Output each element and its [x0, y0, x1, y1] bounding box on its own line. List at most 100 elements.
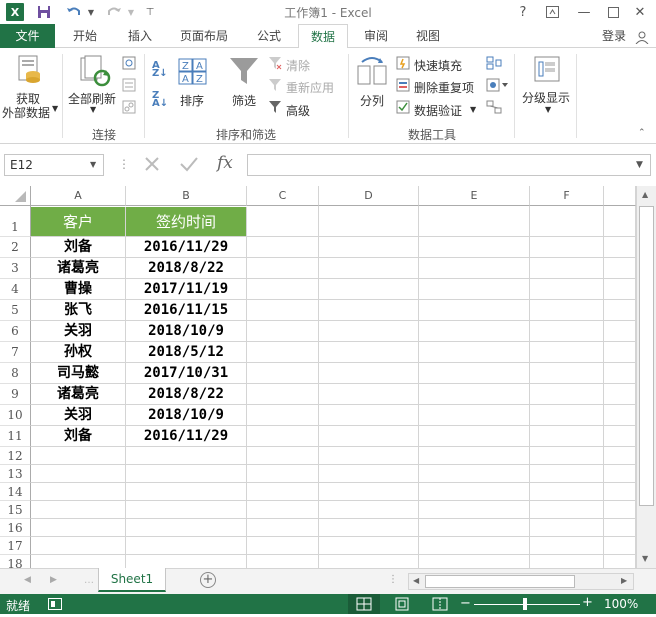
cell-e12[interactable] [419, 447, 530, 465]
collapse-ribbon-icon[interactable]: ⌃ [638, 128, 646, 138]
clear-filter-label[interactable]: 清除 [286, 57, 310, 74]
cell-e7[interactable] [419, 342, 530, 363]
outline-label[interactable]: 分级显示 [522, 89, 570, 106]
page-layout-view-icon[interactable] [394, 597, 410, 611]
flash-fill-icon[interactable] [396, 56, 410, 70]
vertical-scrollbar[interactable]: ▲ ▼ [636, 186, 656, 568]
cell-c5[interactable] [247, 300, 319, 321]
cell-f14[interactable] [530, 483, 604, 501]
cell-g10[interactable] [604, 405, 636, 426]
cell-e15[interactable] [419, 501, 530, 519]
row-header-4[interactable]: 4 [0, 279, 31, 300]
cell-d5[interactable] [319, 300, 419, 321]
horizontal-scrollbar[interactable]: ◀ ▶ [408, 573, 634, 590]
cell-b4[interactable]: 2017/11/19 [126, 279, 247, 300]
cell-d6[interactable] [319, 321, 419, 342]
cell-c9[interactable] [247, 384, 319, 405]
cell-e13[interactable] [419, 465, 530, 483]
cell-g11[interactable] [604, 426, 636, 447]
row-header-6[interactable]: 6 [0, 321, 31, 342]
cell-f13[interactable] [530, 465, 604, 483]
row-header-11[interactable]: 11 [0, 426, 31, 447]
sort-label[interactable]: 排序 [180, 92, 204, 109]
row-header-14[interactable]: 14 [0, 483, 31, 501]
advanced-filter-icon[interactable] [268, 100, 282, 114]
cell-e8[interactable] [419, 363, 530, 384]
tab-data[interactable]: 数据 [298, 24, 348, 49]
row-header-12[interactable]: 12 [0, 447, 31, 465]
filter-label[interactable]: 筛选 [232, 92, 256, 109]
cell-f7[interactable] [530, 342, 604, 363]
page-break-preview-icon[interactable] [432, 597, 448, 611]
cell-c16[interactable] [247, 519, 319, 537]
sheet-bar-options-icon[interactable]: ⋮ [388, 574, 398, 585]
connections-icon[interactable] [122, 56, 136, 70]
cell-g4[interactable] [604, 279, 636, 300]
sort-ascending-icon[interactable]: A Z↓ [152, 61, 172, 79]
cell-b13[interactable] [126, 465, 247, 483]
tab-page-layout[interactable]: 页面布局 [172, 24, 236, 48]
cell-c11[interactable] [247, 426, 319, 447]
cell-g12[interactable] [604, 447, 636, 465]
cell-c8[interactable] [247, 363, 319, 384]
tab-insert[interactable]: 插入 [118, 24, 162, 48]
cell-f5[interactable] [530, 300, 604, 321]
cell-g3[interactable] [604, 258, 636, 279]
cell-d13[interactable] [319, 465, 419, 483]
zoom-level[interactable]: 100% [604, 597, 638, 611]
cell-a16[interactable] [31, 519, 126, 537]
row-header-9[interactable]: 9 [0, 384, 31, 405]
cell-e5[interactable] [419, 300, 530, 321]
cell-e16[interactable] [419, 519, 530, 537]
cell-e10[interactable] [419, 405, 530, 426]
row-header-16[interactable]: 16 [0, 519, 31, 537]
cell-d2[interactable] [319, 237, 419, 258]
cell-f16[interactable] [530, 519, 604, 537]
zoom-slider-thumb[interactable] [523, 598, 527, 610]
cell-f10[interactable] [530, 405, 604, 426]
col-header-d[interactable]: D [319, 186, 419, 206]
row-header-3[interactable]: 3 [0, 258, 31, 279]
cell-e1[interactable] [419, 206, 530, 237]
close-icon[interactable]: ✕ [632, 3, 648, 21]
tab-file[interactable]: 文件 [0, 24, 55, 48]
cell-c13[interactable] [247, 465, 319, 483]
col-header-g[interactable] [604, 186, 636, 206]
cell-b12[interactable] [126, 447, 247, 465]
cell-b7[interactable]: 2018/5/12 [126, 342, 247, 363]
text-to-columns-label[interactable]: 分列 [360, 92, 384, 109]
cell-a4[interactable]: 曹操 [31, 279, 126, 300]
cell-d14[interactable] [319, 483, 419, 501]
cell-b10[interactable]: 2018/10/9 [126, 405, 247, 426]
col-header-c[interactable]: C [247, 186, 319, 206]
cell-b16[interactable] [126, 519, 247, 537]
clear-filter-icon[interactable] [268, 56, 282, 70]
outline-icon[interactable] [534, 56, 560, 82]
what-if-analysis-icon[interactable] [486, 78, 508, 92]
cell-b6[interactable]: 2018/10/9 [126, 321, 247, 342]
text-to-columns-icon[interactable] [356, 56, 388, 88]
cell-b3[interactable]: 2018/8/22 [126, 258, 247, 279]
cell-a15[interactable] [31, 501, 126, 519]
cell-a17[interactable] [31, 537, 126, 555]
reapply-label[interactable]: 重新应用 [286, 79, 334, 96]
cell-a2[interactable]: 刘备 [31, 237, 126, 258]
col-header-f[interactable]: F [530, 186, 604, 206]
horizontal-scroll-thumb[interactable] [425, 575, 575, 588]
cell-g13[interactable] [604, 465, 636, 483]
col-header-e[interactable]: E [419, 186, 530, 206]
cell-a3[interactable]: 诸葛亮 [31, 258, 126, 279]
remove-duplicates-icon[interactable] [396, 78, 410, 92]
get-external-data-icon[interactable] [14, 54, 44, 84]
cell-f2[interactable] [530, 237, 604, 258]
zoom-in-icon[interactable]: + [582, 595, 593, 610]
data-validation-icon[interactable] [396, 100, 410, 114]
cell-g16[interactable] [604, 519, 636, 537]
cell-g7[interactable] [604, 342, 636, 363]
outline-dropdown-icon[interactable]: ▼ [545, 105, 551, 114]
cell-a13[interactable] [31, 465, 126, 483]
cell-e6[interactable] [419, 321, 530, 342]
cell-b5[interactable]: 2016/11/15 [126, 300, 247, 321]
sheet-tab-sheet1[interactable]: Sheet1 [98, 568, 166, 592]
data-validation-label[interactable]: 数据验证 [414, 102, 462, 119]
